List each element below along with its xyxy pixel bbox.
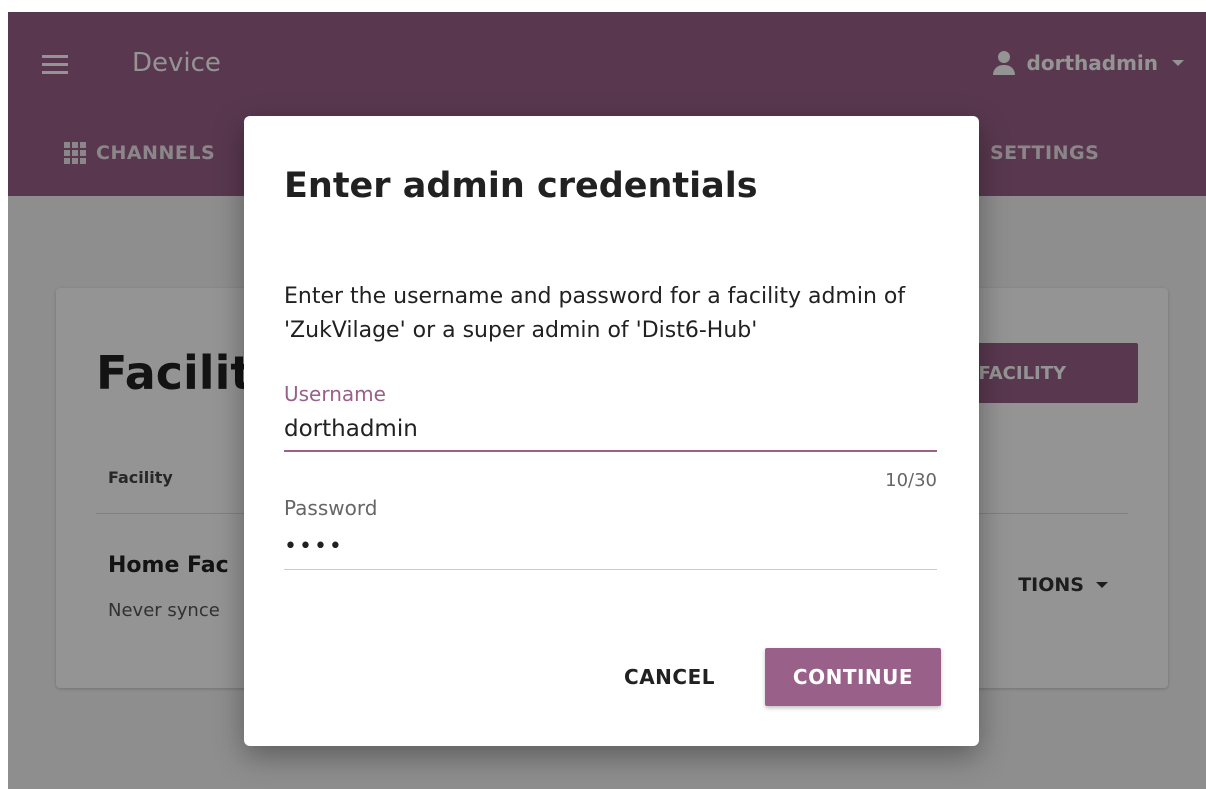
continue-button[interactable]: CONTINUE [765,648,941,706]
dialog-actions: CANCEL CONTINUE [624,648,941,706]
cancel-button[interactable]: CANCEL [624,665,715,689]
username-field: Username [284,382,937,452]
username-char-counter: 10/30 [885,470,937,491]
admin-credentials-dialog: Enter admin credentials Enter the userna… [244,116,979,746]
password-label: Password [284,496,378,520]
username-label: Username [284,382,386,406]
username-input[interactable] [284,416,937,450]
dialog-title: Enter admin credentials [284,166,758,206]
username-underline [284,450,937,452]
dialog-description: Enter the username and password for a fa… [284,284,906,343]
password-input[interactable]: •••• [284,534,937,569]
password-field: Password •••• [284,496,937,570]
password-underline [284,569,937,570]
